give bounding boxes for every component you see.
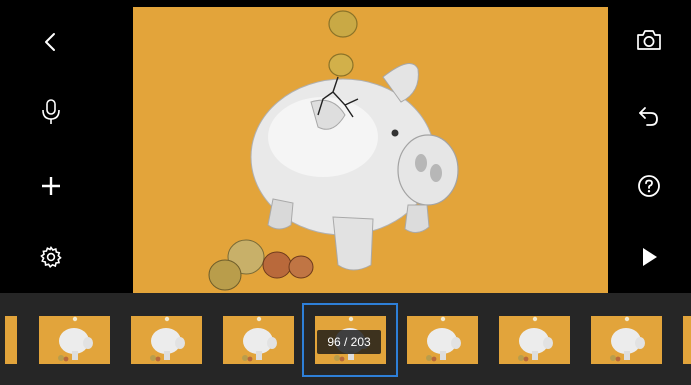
left-toolbar bbox=[0, 0, 133, 293]
undo-icon bbox=[639, 107, 658, 126]
film-frame[interactable] bbox=[223, 316, 294, 364]
microphone-icon bbox=[42, 99, 60, 124]
plus-icon bbox=[42, 177, 60, 195]
frame-thumbnail bbox=[242, 316, 277, 362]
microphone-button[interactable] bbox=[31, 92, 71, 132]
frame-thumbnail bbox=[518, 316, 553, 362]
question-circle-icon bbox=[638, 175, 660, 197]
help-button[interactable] bbox=[629, 166, 669, 206]
frame-thumbnail bbox=[683, 316, 691, 364]
back-button[interactable] bbox=[31, 22, 71, 62]
play-icon bbox=[643, 248, 657, 266]
frame-thumbnail bbox=[150, 316, 185, 362]
settings-button[interactable] bbox=[31, 237, 71, 277]
film-frame[interactable] bbox=[5, 316, 17, 364]
right-toolbar bbox=[608, 0, 691, 293]
frame-thumbnail bbox=[5, 316, 17, 364]
piggy-bank-image bbox=[208, 10, 459, 291]
chevron-left-icon bbox=[45, 33, 55, 51]
camera-button[interactable] bbox=[629, 20, 669, 60]
film-frame[interactable] bbox=[39, 316, 110, 364]
film-frame[interactable] bbox=[683, 316, 691, 364]
frame-thumbnail bbox=[610, 316, 645, 362]
film-frame[interactable] bbox=[407, 316, 478, 364]
gear-icon bbox=[40, 245, 62, 269]
play-button[interactable] bbox=[629, 237, 669, 277]
add-button[interactable] bbox=[31, 166, 71, 206]
frame-counter: 96 / 203 bbox=[317, 330, 381, 354]
preview-canvas[interactable] bbox=[133, 7, 608, 293]
frame-thumbnail bbox=[58, 316, 93, 362]
film-frame[interactable] bbox=[591, 316, 662, 364]
camera-icon bbox=[637, 30, 661, 50]
film-frame[interactable] bbox=[131, 316, 202, 364]
film-frame[interactable] bbox=[499, 316, 570, 364]
undo-button[interactable] bbox=[629, 96, 669, 136]
frame-thumbnail bbox=[426, 316, 461, 362]
